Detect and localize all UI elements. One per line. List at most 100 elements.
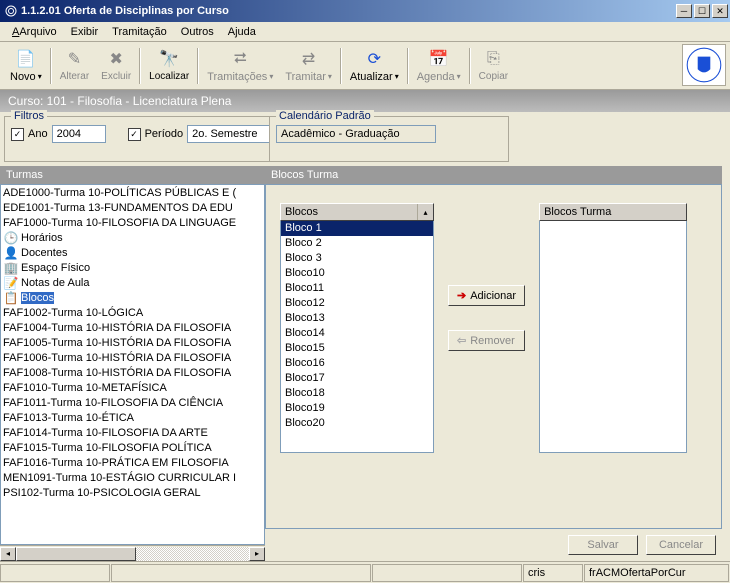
blocos-header: Blocos Turma — [265, 166, 722, 184]
btn-label: Remover — [470, 335, 515, 347]
excluir-button: ✖Excluir — [95, 47, 137, 84]
turmas-list[interactable]: ADE1000-Turma 10-POLÍTICAS PÚBLICAS E (E… — [0, 184, 265, 545]
turmas-row[interactable]: FAF1006-Turma 10-HISTÓRIA DA FILOSOFIA — [1, 350, 264, 365]
scroll-up-button[interactable]: ▴ — [417, 204, 433, 220]
maximize-button[interactable]: ☐ — [694, 4, 710, 18]
turmas-row[interactable]: FAF1013-Turma 10-ÉTICA — [1, 410, 264, 425]
turmas-row-label: FAF1002-Turma 10-LÓGICA — [3, 307, 143, 319]
menu-arquivo[interactable]: AArquivo — [6, 24, 63, 40]
ano-input[interactable] — [52, 125, 106, 143]
turmas-row[interactable]: 🕒Horários — [1, 230, 264, 245]
turmas-row[interactable]: FAF1016-Turma 10-PRÁTICA EM FILOSOFIA — [1, 455, 264, 470]
tree-icon: 🏢 — [3, 261, 19, 275]
menubar: AArquivo Exibir Tramitação Outros Ajuda — [0, 22, 730, 42]
turmas-row[interactable]: FAF1005-Turma 10-HISTÓRIA DA FILOSOFIA — [1, 335, 264, 350]
app-icon — [4, 4, 18, 18]
scroll-left-button[interactable]: ◂ — [0, 547, 16, 561]
close-button[interactable]: ✕ — [712, 4, 728, 18]
turmas-row[interactable]: FAF1000-Turma 10-FILOSOFIA DA LINGUAGE — [1, 215, 264, 230]
periodo-checkbox[interactable]: ✓ — [128, 128, 141, 141]
agenda-button: 📅Agenda▾ — [411, 47, 467, 85]
ano-checkbox[interactable]: ✓ — [11, 128, 24, 141]
institution-crest — [682, 44, 726, 86]
turmas-row[interactable]: 👤Docentes — [1, 245, 264, 260]
tree-icon: 🕒 — [3, 231, 19, 245]
blocos-turma-listbox[interactable] — [539, 221, 687, 453]
scroll-thumb[interactable] — [16, 547, 136, 561]
turmas-row[interactable]: MEN1091-Turma 10-ESTÁGIO CURRICULAR I — [1, 470, 264, 485]
blocos-item[interactable]: Bloco10 — [281, 266, 433, 281]
status-user: cris — [523, 564, 583, 582]
atualizar-button[interactable]: ⟳Atualizar▾ — [344, 47, 405, 85]
blocos-item[interactable]: Bloco 2 — [281, 236, 433, 251]
turmas-row[interactable]: FAF1002-Turma 10-LÓGICA — [1, 305, 264, 320]
menu-outros[interactable]: Outros — [175, 24, 220, 40]
arrow-right-icon: ➔ — [457, 289, 466, 302]
turmas-row-label: FAF1016-Turma 10-PRÁTICA EM FILOSOFIA — [3, 457, 229, 469]
cancelar-button: Cancelar — [646, 535, 716, 555]
separator — [139, 48, 141, 84]
copiar-button: ⎘Copiar — [473, 47, 514, 84]
top-row: Calendário Padrão Acadêmico - Graduação — [265, 112, 730, 166]
blocos-item[interactable]: Bloco20 — [281, 416, 433, 431]
turmas-row-label: FAF1014-Turma 10-FILOSOFIA DA ARTE — [3, 427, 208, 439]
blocos-item[interactable]: Bloco17 — [281, 371, 433, 386]
turmas-row[interactable]: 📋Blocos — [1, 290, 264, 305]
novo-button[interactable]: 📄Novo▾ — [4, 47, 48, 85]
adicionar-button[interactable]: ➔ Adicionar — [448, 285, 525, 306]
tramitacoes-button: ⮂Tramitações▾ — [201, 47, 279, 85]
blocos-list-header: Blocos ▴ — [280, 203, 434, 221]
turmas-row[interactable]: PSI102-Turma 10-PSICOLOGIA GERAL — [1, 485, 264, 500]
blocos-item[interactable]: Bloco18 — [281, 386, 433, 401]
status-cell — [111, 564, 371, 582]
blocos-item[interactable]: Bloco14 — [281, 326, 433, 341]
blocos-item[interactable]: Bloco13 — [281, 311, 433, 326]
scroll-right-button[interactable]: ▸ — [249, 547, 265, 561]
blocos-item[interactable]: Bloco 3 — [281, 251, 433, 266]
tree-icon: 📋 — [3, 291, 19, 305]
blocos-item[interactable]: Bloco12 — [281, 296, 433, 311]
turmas-row[interactable]: FAF1015-Turma 10-FILOSOFIA POLÍTICA — [1, 440, 264, 455]
turmas-row-label: PSI102-Turma 10-PSICOLOGIA GERAL — [3, 487, 201, 499]
turmas-row-label: FAF1010-Turma 10-METAFÍSICA — [3, 382, 167, 394]
right-column: Calendário Padrão Acadêmico - Graduação … — [265, 112, 730, 561]
blocos-item[interactable]: Bloco16 — [281, 356, 433, 371]
turmas-row[interactable]: 🏢Espaço Físico — [1, 260, 264, 275]
left-column: Filtros ✓ Ano ✓ Período 2o. Semestre ▾ T… — [0, 112, 265, 561]
turmas-row-label: Notas de Aula — [21, 277, 90, 289]
chevron-down-icon: ▾ — [395, 72, 399, 81]
menu-ajuda[interactable]: Ajuda — [222, 24, 262, 40]
status-cell — [372, 564, 522, 582]
blocos-item[interactable]: Bloco11 — [281, 281, 433, 296]
turmas-row[interactable]: ADE1000-Turma 10-POLÍTICAS PÚBLICAS E ( — [1, 185, 264, 200]
turmas-row[interactable]: FAF1011-Turma 10-FILOSOFIA DA CIÊNCIA — [1, 395, 264, 410]
turmas-row[interactable]: FAF1014-Turma 10-FILOSOFIA DA ARTE — [1, 425, 264, 440]
turmas-row[interactable]: FAF1008-Turma 10-HISTÓRIA DA FILOSOFIA — [1, 365, 264, 380]
content: Filtros ✓ Ano ✓ Período 2o. Semestre ▾ T… — [0, 112, 730, 561]
btn-label: Salvar — [587, 539, 618, 551]
turmas-row[interactable]: 📝Notas de Aula — [1, 275, 264, 290]
turmas-row[interactable]: EDE1001-Turma 13-FUNDAMENTOS DA EDU — [1, 200, 264, 215]
turmas-row-label: MEN1091-Turma 10-ESTÁGIO CURRICULAR I — [3, 472, 236, 484]
scroll-track[interactable] — [16, 547, 249, 561]
tree-icon: 📝 — [3, 276, 19, 290]
blocos-listbox[interactable]: Bloco 1Bloco 2Bloco 3Bloco10Bloco11Bloco… — [280, 221, 434, 453]
menu-tramitacao[interactable]: Tramitação — [106, 24, 173, 40]
calendario-legend: Calendário Padrão — [276, 110, 374, 122]
blocos-item[interactable]: Bloco 1 — [281, 221, 433, 236]
blocos-item[interactable]: Bloco15 — [281, 341, 433, 356]
menu-exibir[interactable]: Exibir — [65, 24, 105, 40]
toolbar: 📄Novo▾ ✎Alterar ✖Excluir 🔭Localizar ⮂Tra… — [0, 42, 730, 90]
horizontal-scrollbar[interactable]: ◂ ▸ — [0, 545, 265, 561]
transfer-icon: ⇄ — [299, 49, 319, 69]
turmas-row[interactable]: FAF1010-Turma 10-METAFÍSICA — [1, 380, 264, 395]
turmas-row[interactable]: FAF1004-Turma 10-HISTÓRIA DA FILOSOFIA — [1, 320, 264, 335]
turmas-row-label: FAF1015-Turma 10-FILOSOFIA POLÍTICA — [3, 442, 212, 454]
blocos-item[interactable]: Bloco19 — [281, 401, 433, 416]
minimize-button[interactable]: ─ — [676, 4, 692, 18]
turmas-row-label: FAF1013-Turma 10-ÉTICA — [3, 412, 134, 424]
btn-label: Adicionar — [470, 290, 516, 302]
localizar-button[interactable]: 🔭Localizar — [143, 47, 195, 84]
btn-label: Alterar — [60, 71, 89, 82]
separator — [50, 48, 52, 84]
